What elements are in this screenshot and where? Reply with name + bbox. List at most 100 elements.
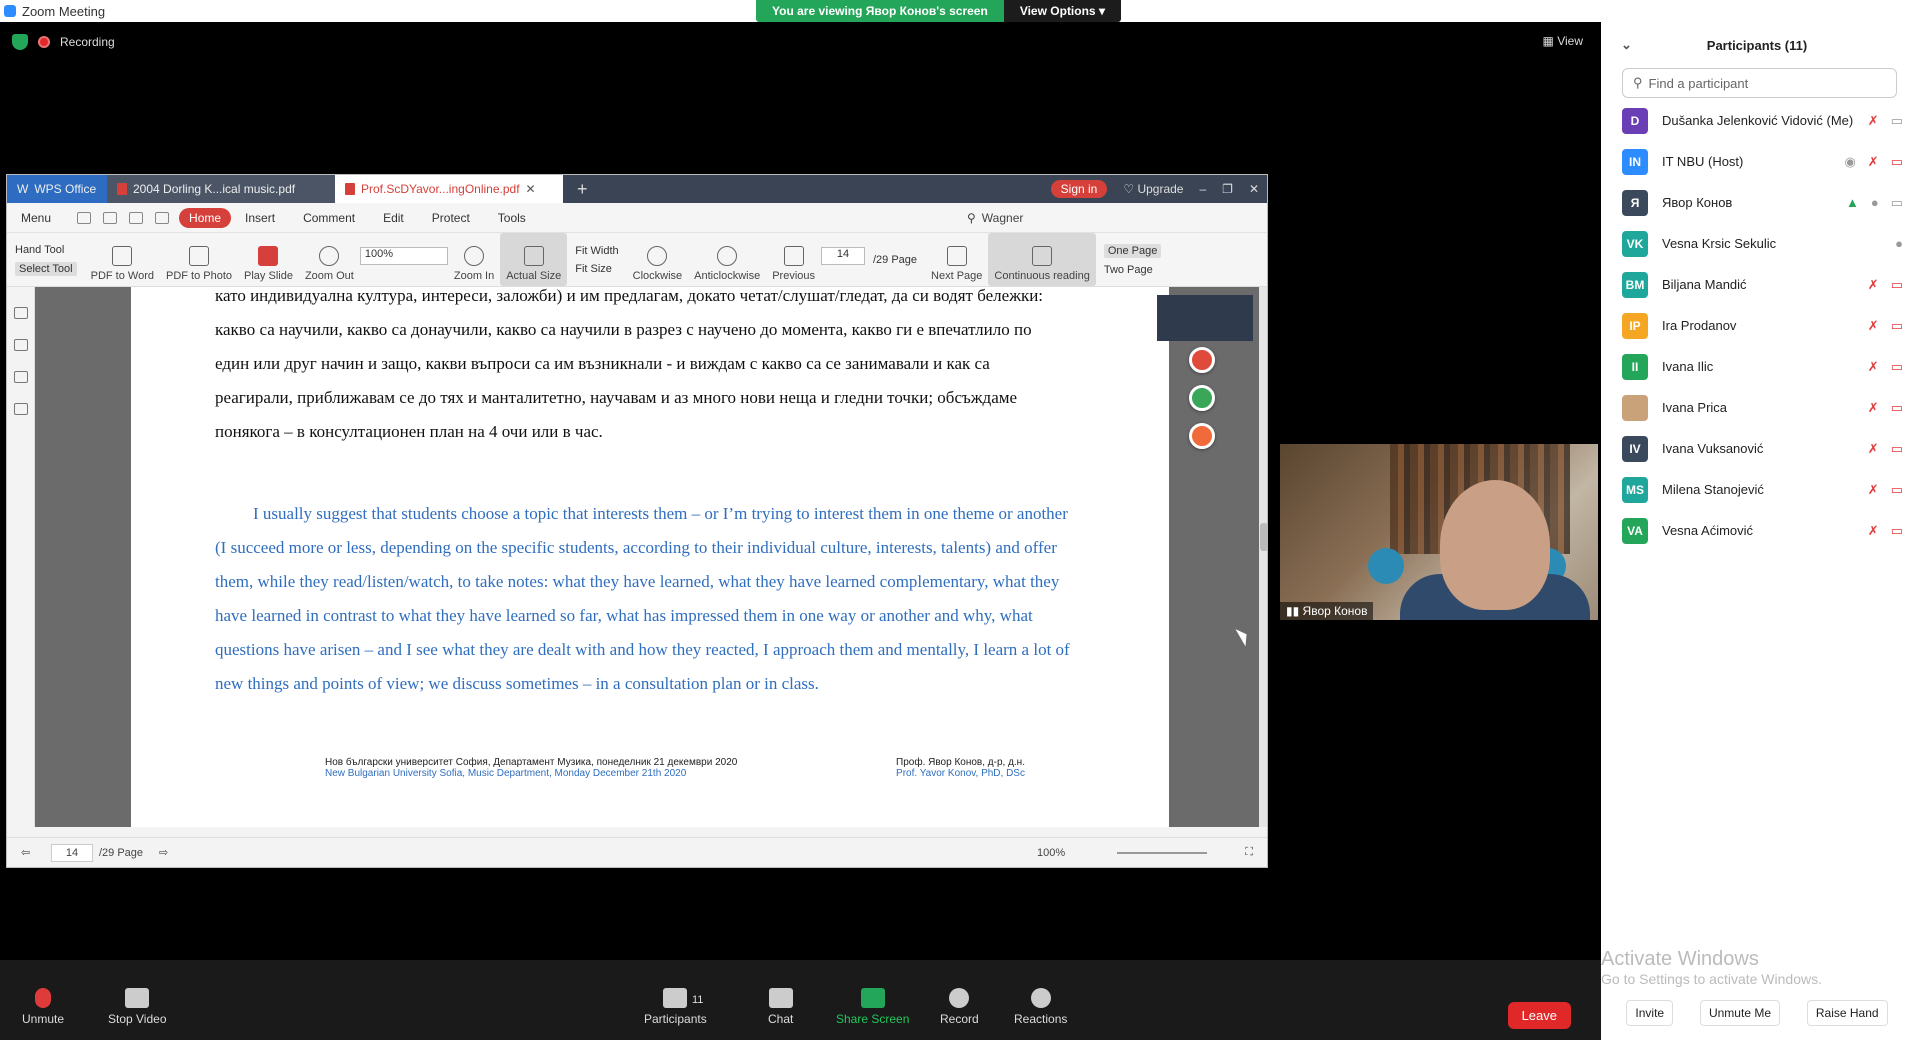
participant-row[interactable]: MS Milena Stanojević ✗ ▭ — [1601, 469, 1913, 510]
minimize-icon[interactable]: – — [1199, 182, 1206, 196]
tab-comment[interactable]: Comment — [289, 211, 369, 225]
sign-in-button[interactable]: Sign in — [1050, 180, 1108, 198]
video-icon[interactable]: ▭ — [1891, 113, 1903, 129]
next-page-icon[interactable]: ⇨ — [159, 846, 168, 859]
mic-muted-icon[interactable]: ✗ — [1868, 400, 1879, 416]
prev-page-icon[interactable]: ⇦ — [21, 846, 30, 859]
stop-video-button[interactable]: Stop Video — [108, 988, 167, 1026]
fit-size-button[interactable]: Fit Size — [575, 263, 618, 275]
one-page-button[interactable]: One Page — [1103, 243, 1162, 258]
bookmark-icon[interactable] — [14, 307, 28, 319]
participant-row[interactable]: VK Vesna Krsic Sekulic ● — [1601, 223, 1913, 264]
zoom-select[interactable]: 100% — [359, 247, 448, 265]
video-off-icon[interactable]: ▭ — [1891, 277, 1903, 293]
play-slide-button[interactable]: Play Slide — [238, 233, 299, 286]
mic-muted-icon[interactable]: ✗ — [1868, 523, 1879, 539]
menu-button[interactable]: Menu — [7, 211, 65, 225]
participant-row[interactable]: D Dušanka Jelenković Vidović (Me) ✗ ▭ — [1601, 100, 1913, 141]
restore-icon[interactable]: ❐ — [1222, 182, 1233, 196]
continuous-reading-button[interactable]: Continuous reading — [988, 233, 1096, 286]
page-thumbnail[interactable] — [1157, 295, 1253, 341]
unmute-button[interactable]: Unmute — [22, 988, 64, 1026]
export-icon[interactable] — [155, 211, 170, 224]
convert-float-icon[interactable] — [1189, 385, 1215, 411]
participant-row[interactable]: Я Явор Конов ▲ ● ▭ — [1601, 182, 1913, 223]
close-tab-icon[interactable]: ✕ — [526, 182, 536, 196]
video-off-icon[interactable]: ▭ — [1891, 441, 1903, 457]
unmute-me-button[interactable]: Unmute Me — [1699, 1000, 1780, 1026]
video-off-icon[interactable]: ▭ — [1891, 523, 1903, 539]
print-float-icon[interactable] — [1189, 423, 1215, 449]
video-off-icon[interactable]: ▭ — [1891, 154, 1903, 170]
vertical-scrollbar[interactable] — [1259, 287, 1267, 827]
record-button[interactable]: Record — [940, 988, 979, 1026]
mic-muted-icon[interactable]: ✗ — [1868, 441, 1879, 457]
two-page-button[interactable]: Two Page — [1104, 264, 1162, 276]
close-icon[interactable]: ✕ — [1249, 182, 1259, 196]
video-tile[interactable]: ▮▮ Явор Конов — [1280, 444, 1598, 620]
mic-icon[interactable]: ● — [1895, 236, 1903, 251]
mic-muted-icon[interactable]: ✗ — [1868, 113, 1879, 129]
invite-button[interactable]: Invite — [1626, 1000, 1674, 1026]
participant-row[interactable]: BM Biljana Mandić ✗ ▭ — [1601, 264, 1913, 305]
image-icon[interactable] — [14, 371, 28, 383]
mic-muted-icon[interactable]: ✗ — [1868, 318, 1879, 334]
tab-doc-1[interactable]: 2004 Dorling K...ical music.pdf — [107, 175, 335, 203]
new-tab-icon[interactable]: + — [577, 179, 588, 200]
video-off-icon[interactable]: ▭ — [1891, 318, 1903, 334]
status-zoom[interactable]: 100% — [1037, 847, 1065, 859]
tab-doc-2[interactable]: Prof.ScDYavor...ingOnline.pdf ✕ — [335, 175, 563, 203]
status-page-input[interactable]: 14 — [51, 843, 93, 862]
participant-row[interactable]: VA Vesna Aćimović ✗ ▭ — [1601, 510, 1913, 551]
participant-row[interactable]: Ivana Prica ✗ ▭ — [1601, 387, 1913, 428]
print-icon[interactable] — [129, 211, 144, 224]
tab-edit[interactable]: Edit — [369, 211, 418, 225]
reactions-button[interactable]: Reactions — [1014, 988, 1067, 1026]
upgrade-button[interactable]: ♡ Upgrade — [1123, 182, 1183, 196]
view-options-button[interactable]: View Options ▾ — [1003, 0, 1121, 22]
participant-row[interactable]: IN IT NBU (Host) ◉ ✗ ▭ — [1601, 141, 1913, 182]
select-tool-button[interactable]: Select Tool — [15, 261, 77, 276]
zoom-in-button[interactable]: Zoom In — [448, 233, 500, 286]
video-icon[interactable]: ▭ — [1891, 195, 1903, 211]
mic-muted-icon[interactable]: ✗ — [1868, 154, 1879, 170]
mic-muted-icon[interactable]: ✗ — [1868, 359, 1879, 375]
mic-icon[interactable]: ● — [1871, 195, 1879, 211]
pdf-to-photo-button[interactable]: PDF to Photo — [160, 233, 238, 286]
mic-muted-icon[interactable]: ✗ — [1868, 277, 1879, 293]
tab-protect[interactable]: Protect — [418, 211, 484, 225]
tab-wps-office[interactable]: W WPS Office — [7, 175, 107, 203]
mic-muted-icon[interactable]: ✗ — [1868, 482, 1879, 498]
tab-home[interactable]: Home — [179, 207, 232, 228]
chat-button[interactable]: Chat — [768, 988, 793, 1026]
pdf-to-word-button[interactable]: PDF to Word — [85, 233, 160, 286]
participant-row[interactable]: IV Ivana Vuksanović ✗ ▭ — [1601, 428, 1913, 469]
fit-width-button[interactable]: Fit Width — [575, 245, 618, 257]
video-off-icon[interactable]: ▭ — [1891, 400, 1903, 416]
leave-button[interactable]: Leave — [1507, 1002, 1571, 1029]
raise-hand-button[interactable]: Raise Hand — [1806, 1000, 1888, 1026]
fullscreen-icon[interactable]: ⛶ — [1245, 846, 1253, 859]
participant-row[interactable]: II Ivana Ilic ✗ ▭ — [1601, 346, 1913, 387]
view-button[interactable]: ▦ View — [1543, 34, 1583, 48]
find-participant-input[interactable]: ⚲ Find a participant — [1622, 68, 1897, 98]
collapse-chevron-icon[interactable]: ⌄ — [1621, 37, 1632, 53]
actual-size-button[interactable]: Actual Size — [500, 233, 568, 286]
anticlockwise-button[interactable]: Anticlockwise — [688, 233, 766, 286]
tab-tools[interactable]: Tools — [484, 211, 540, 225]
tab-insert[interactable]: Insert — [231, 211, 289, 225]
next-page-button[interactable]: Next Page — [925, 233, 988, 286]
previous-button[interactable]: Previous — [766, 233, 821, 286]
scroll-thumb[interactable] — [1260, 523, 1267, 551]
video-off-icon[interactable]: ▭ — [1891, 482, 1903, 498]
share-screen-button[interactable]: Share Screen — [836, 988, 909, 1026]
hand-tool-button[interactable]: Hand Tool — [15, 244, 77, 256]
clockwise-button[interactable]: Clockwise — [627, 233, 689, 286]
zoom-out-button[interactable]: Zoom Out — [299, 233, 360, 286]
edit-float-icon[interactable] — [1189, 347, 1215, 373]
zoom-slider[interactable] — [1117, 851, 1207, 854]
open-icon[interactable] — [77, 211, 92, 224]
video-off-icon[interactable]: ▭ — [1891, 359, 1903, 375]
search-input[interactable]: ⚲ Wagner — [967, 208, 1117, 228]
attachment-icon[interactable] — [14, 403, 28, 415]
